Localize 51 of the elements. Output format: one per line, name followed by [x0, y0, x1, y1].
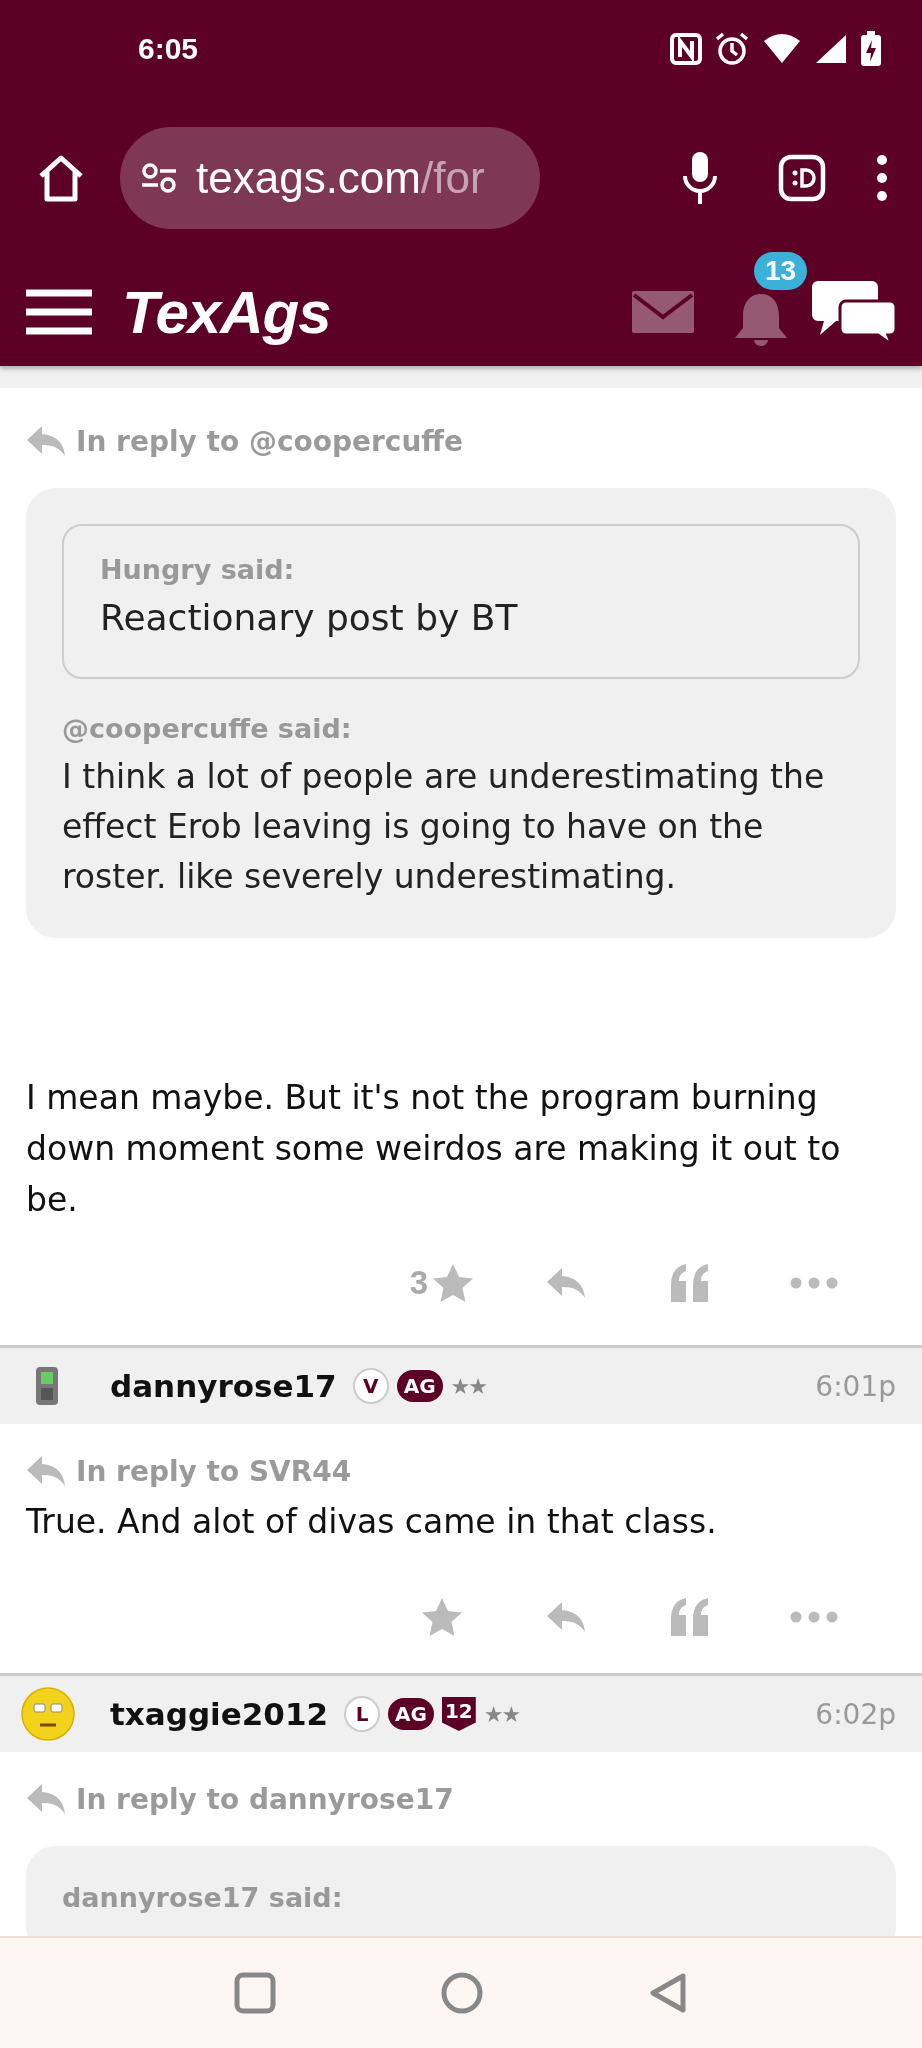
smiley-avatar-icon [21, 1687, 75, 1741]
wifi-icon [762, 33, 802, 65]
reply-arrow-icon [26, 1454, 66, 1488]
post-time: 6:02p [815, 1697, 896, 1731]
quote-author: @coopercuffe said: [62, 713, 353, 744]
battery-icon [860, 31, 882, 67]
more-options-icon [876, 154, 888, 202]
reply-icon [546, 1600, 586, 1634]
ag-badge: AG [388, 1698, 434, 1730]
reply-arrow-icon [26, 1782, 66, 1816]
rank-stars: ★★ [450, 1373, 487, 1399]
star-icon [432, 1263, 475, 1303]
menu-button[interactable] [876, 154, 888, 202]
letter-badge: L [344, 1696, 381, 1732]
reader-mode-button[interactable] [778, 154, 826, 202]
quote-author: dannyrose17 said: [62, 1882, 344, 1913]
alarm-icon [714, 31, 750, 67]
post-text: True. And alot of divas came in that class. [26, 1501, 718, 1543]
star-icon [421, 1597, 463, 1637]
recent-apps-button[interactable] [234, 1972, 276, 2014]
reply-arrow-icon [26, 424, 66, 458]
quote-icon [669, 1597, 711, 1637]
rank-stars: ★★ [483, 1701, 520, 1727]
reply-icon [546, 1266, 586, 1300]
quote-text: I think a lot of people are underestimating the effect Erob leaving is going to have on the roster. like severely underestimating. [62, 756, 826, 898]
nfc-icon [670, 33, 702, 65]
menu-icon[interactable] [26, 288, 92, 336]
post-time: 6:01p [815, 1369, 896, 1403]
address-field[interactable]: texags.com/for [120, 127, 540, 229]
clock-time: 6:05 [138, 32, 200, 66]
username[interactable]: txaggie2012 [110, 1696, 329, 1732]
more-icon [790, 1611, 838, 1623]
back-button[interactable] [648, 1972, 688, 2014]
microphone-icon [682, 150, 718, 206]
voice-search-button[interactable] [682, 150, 718, 206]
site-settings-icon [140, 162, 178, 194]
ag-badge: AG [396, 1370, 443, 1402]
signal-icon [814, 33, 848, 65]
class-year-badge: 12 [441, 1697, 476, 1731]
smiley-square-icon [778, 154, 826, 202]
letter-badge: V [352, 1368, 389, 1404]
more-icon [790, 1277, 838, 1289]
quote-icon [669, 1263, 711, 1303]
site-logo[interactable]: TexAgs [122, 277, 331, 347]
star-count: 3 [409, 1264, 429, 1302]
quote-text: Reactionary post by BT [100, 596, 519, 640]
post-text: I mean maybe. But it's not the program burning down moment some weirdos are making it out to be. [26, 1077, 842, 1221]
notification-badge: 13 [754, 252, 808, 290]
username[interactable]: dannyrose17 [110, 1368, 337, 1404]
mail-icon[interactable] [632, 291, 694, 333]
quote-author: Hungry said: [100, 554, 296, 585]
